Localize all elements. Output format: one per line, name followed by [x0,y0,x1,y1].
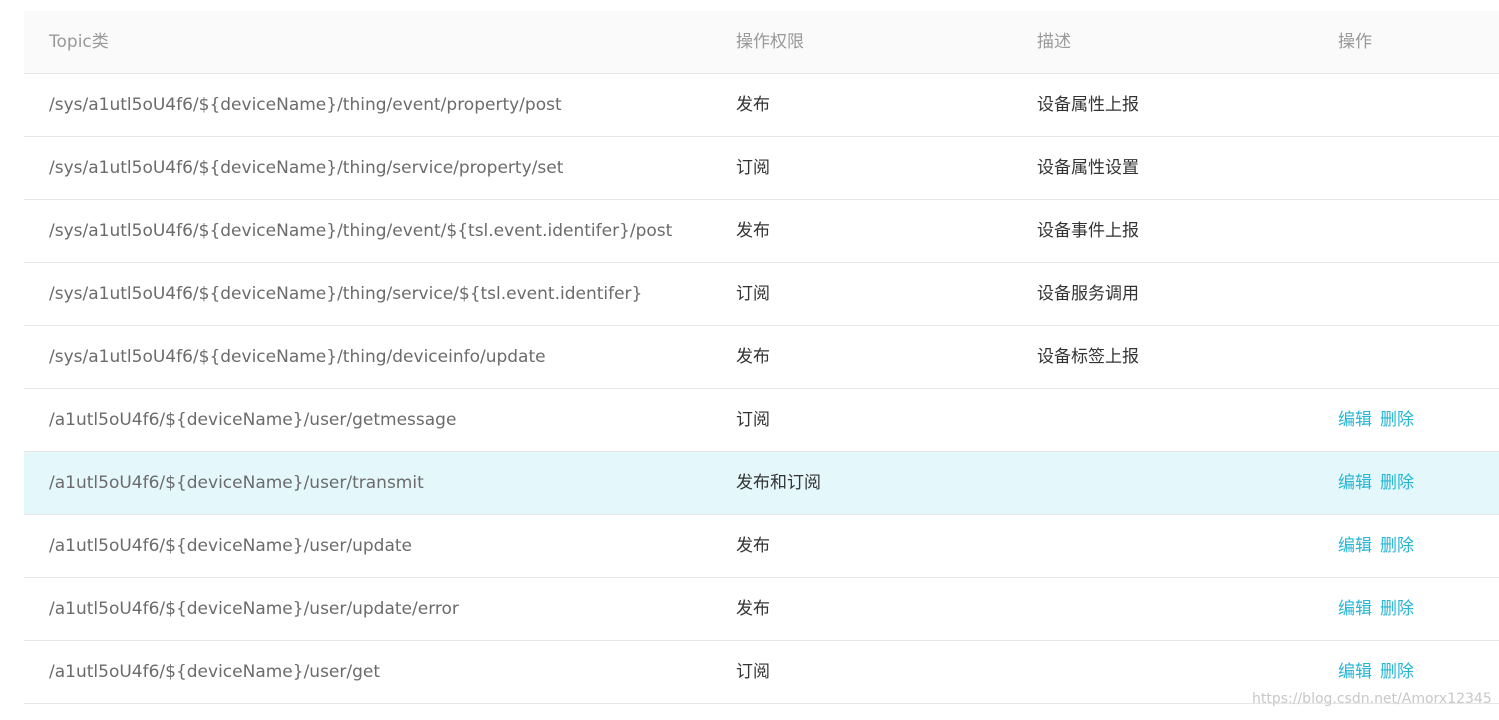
actions-cell: 编辑 删除 [1338,515,1414,577]
delete-button[interactable]: 删除 [1380,536,1414,556]
table-row: /a1utl5oU4f6/${deviceName}/user/update 发… [24,515,1499,578]
delete-button[interactable]: 删除 [1380,662,1414,682]
permission-cell: 发布 [736,599,770,619]
topic-cell: /a1utl5oU4f6/${deviceName}/user/getmessa… [49,410,457,430]
table-header: Topic类 操作权限 描述 操作 [24,11,1499,74]
description-cell: 设备事件上报 [1037,221,1139,241]
delete-button[interactable]: 删除 [1380,473,1414,493]
topic-cell: /a1utl5oU4f6/${deviceName}/user/get [49,662,381,682]
topic-cell: /a1utl5oU4f6/${deviceName}/user/update [49,536,413,556]
permission-cell: 订阅 [736,410,770,430]
table-row: /sys/a1utl5oU4f6/${deviceName}/thing/ser… [24,137,1499,200]
topic-cell: /sys/a1utl5oU4f6/${deviceName}/thing/eve… [49,221,673,241]
table-row: /a1utl5oU4f6/${deviceName}/user/update/e… [24,578,1499,641]
table-row: /a1utl5oU4f6/${deviceName}/user/getmessa… [24,389,1499,452]
watermark-text: https://blog.csdn.net/Amorx12345 [1252,691,1492,707]
permission-cell: 发布 [736,221,770,241]
column-header-description: 描述 [1037,32,1071,52]
permission-cell: 发布和订阅 [736,473,821,493]
column-header-permission: 操作权限 [736,32,804,52]
description-cell: 设备服务调用 [1037,284,1139,304]
permission-cell: 发布 [736,95,770,115]
column-header-actions: 操作 [1338,32,1372,52]
edit-button[interactable]: 编辑 [1338,410,1372,430]
permission-cell: 发布 [736,536,770,556]
permission-cell: 发布 [736,347,770,367]
table-row-highlighted: /a1utl5oU4f6/${deviceName}/user/transmit… [24,452,1499,515]
permission-cell: 订阅 [736,284,770,304]
description-cell: 设备属性上报 [1037,95,1139,115]
column-header-topic: Topic类 [49,32,109,52]
actions-cell: 编辑 删除 [1338,389,1414,451]
topic-cell: /sys/a1utl5oU4f6/${deviceName}/thing/eve… [49,95,562,115]
delete-button[interactable]: 删除 [1380,599,1414,619]
topic-cell: /sys/a1utl5oU4f6/${deviceName}/thing/dev… [49,347,546,367]
topic-cell: /sys/a1utl5oU4f6/${deviceName}/thing/ser… [49,284,643,304]
edit-button[interactable]: 编辑 [1338,599,1372,619]
description-cell: 设备属性设置 [1037,158,1139,178]
topic-cell: /sys/a1utl5oU4f6/${deviceName}/thing/ser… [49,158,564,178]
permission-cell: 订阅 [736,158,770,178]
edit-button[interactable]: 编辑 [1338,536,1372,556]
topic-cell: /a1utl5oU4f6/${deviceName}/user/transmit [49,473,424,493]
table-row: /sys/a1utl5oU4f6/${deviceName}/thing/dev… [24,326,1499,389]
table-row: /sys/a1utl5oU4f6/${deviceName}/thing/eve… [24,200,1499,263]
actions-cell: 编辑 删除 [1338,578,1414,640]
table-row: /sys/a1utl5oU4f6/${deviceName}/thing/ser… [24,263,1499,326]
table-row: /sys/a1utl5oU4f6/${deviceName}/thing/eve… [24,74,1499,137]
permission-cell: 订阅 [736,662,770,682]
edit-button[interactable]: 编辑 [1338,473,1372,493]
delete-button[interactable]: 删除 [1380,410,1414,430]
description-cell: 设备标签上报 [1037,347,1139,367]
edit-button[interactable]: 编辑 [1338,662,1372,682]
topic-table: Topic类 操作权限 描述 操作 /sys/a1utl5oU4f6/${dev… [24,11,1499,704]
topic-cell: /a1utl5oU4f6/${deviceName}/user/update/e… [49,599,459,619]
actions-cell: 编辑 删除 [1338,452,1414,514]
